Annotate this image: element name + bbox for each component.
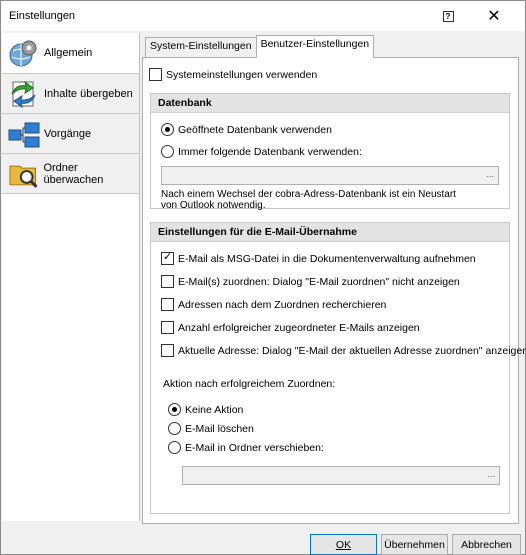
action-label: Aktion nach erfolgreichem Zuordnen: bbox=[163, 378, 336, 390]
cancel-button[interactable]: Abbrechen bbox=[452, 534, 521, 555]
radio-label: E-Mail löschen bbox=[185, 422, 254, 435]
option-current-address[interactable]: Aktuelle Adresse: Dialog "E-Mail der akt… bbox=[161, 344, 526, 357]
radio-circle bbox=[168, 441, 181, 454]
option-msg-file[interactable]: E-Mail als MSG-Datei in die Dokumentenve… bbox=[161, 250, 476, 265]
help-button[interactable]: ? bbox=[433, 5, 463, 27]
radio-label: Immer folgende Datenbank verwenden: bbox=[178, 145, 362, 158]
radio-always-database[interactable]: Immer folgende Datenbank verwenden: bbox=[161, 145, 362, 158]
option-research[interactable]: Adressen nach dem Zuordnen recherchieren bbox=[161, 298, 386, 311]
radio-delete-email[interactable]: E-Mail löschen bbox=[168, 422, 254, 435]
sidebar-item-allgemein[interactable]: Allgemein bbox=[2, 33, 139, 74]
close-button[interactable]: ✕ bbox=[479, 5, 509, 27]
sidebar-item-label: Ordner überwachen bbox=[43, 161, 104, 186]
browse-folder-button[interactable]: ... bbox=[487, 469, 495, 479]
restart-note: Nach einem Wechsel der cobra-Adress-Date… bbox=[161, 189, 456, 211]
email-group-title: Einstellungen für die E-Mail-Übernahme bbox=[151, 223, 509, 242]
restart-note-line2: von Outlook notwendig. bbox=[161, 200, 266, 211]
tab-system-einstellungen[interactable]: System-Einstellungen bbox=[145, 37, 257, 58]
sidebar: Allgemein Inhalte übergeben Vorgänge Ord… bbox=[2, 33, 140, 521]
folder-path-field[interactable]: ... bbox=[182, 466, 500, 485]
radio-circle bbox=[161, 123, 174, 136]
process-icon bbox=[8, 122, 40, 147]
title-bar: Einstellungen ? ✕ bbox=[1, 1, 525, 31]
settings-window: Einstellungen ? ✕ Allgemein Inhalte über… bbox=[0, 0, 526, 555]
radio-move-email[interactable]: E-Mail in Ordner verschieben: bbox=[168, 441, 324, 454]
checkbox-box bbox=[161, 298, 174, 311]
database-path-field[interactable]: ... bbox=[161, 166, 499, 185]
checkbox-label: Systemeinstellungen verwenden bbox=[166, 68, 318, 81]
radio-label: Keine Aktion bbox=[185, 403, 244, 416]
checkbox-box bbox=[161, 344, 174, 357]
use-system-settings-checkbox[interactable]: Systemeinstellungen verwenden bbox=[149, 68, 317, 81]
checkbox-label: Adressen nach dem Zuordnen recherchieren bbox=[178, 298, 387, 311]
option-no-dialog[interactable]: E-Mail(s) zuordnen: Dialog "E-Mail zuord… bbox=[161, 275, 460, 288]
help-icon: ? bbox=[442, 10, 454, 22]
ok-button-label: OK bbox=[335, 538, 352, 551]
option-show-count[interactable]: Anzahl erfolgreicher zugeordneter E-Mail… bbox=[161, 321, 420, 334]
browse-database-button[interactable]: ... bbox=[486, 169, 494, 179]
sidebar-item-vorgaenge[interactable]: Vorgänge bbox=[2, 114, 139, 154]
sidebar-item-inhalte[interactable]: Inhalte übergeben bbox=[2, 74, 139, 114]
tab-benutzer-einstellungen[interactable]: Benutzer-Einstellungen bbox=[255, 35, 375, 58]
sidebar-item-ordner[interactable]: Ordner überwachen bbox=[2, 154, 139, 194]
sidebar-item-label: Allgemein bbox=[44, 47, 93, 59]
checkbox-box bbox=[161, 321, 174, 334]
folder-search-icon bbox=[9, 165, 38, 188]
checkbox-label: E-Mail(s) zuordnen: Dialog "E-Mail zuord… bbox=[178, 275, 460, 288]
sidebar-item-label: Inhalte übergeben bbox=[44, 87, 133, 100]
checkbox-box bbox=[161, 250, 174, 265]
transfer-icon bbox=[11, 80, 36, 108]
email-group: Einstellungen für die E-Mail-Übernahme E… bbox=[150, 222, 526, 514]
database-group-title: Datenbank bbox=[151, 94, 509, 113]
radio-open-database[interactable]: Geöffnete Datenbank verwenden bbox=[161, 123, 332, 136]
gear-globe-icon bbox=[9, 40, 37, 67]
radio-label: Geöffnete Datenbank verwenden bbox=[178, 123, 332, 136]
restart-note-line1: Nach einem Wechsel der cobra-Adress-Date… bbox=[161, 189, 456, 200]
window-title: Einstellungen bbox=[9, 10, 76, 22]
tab-bar: System-Einstellungen Benutzer-Einstellun… bbox=[145, 35, 375, 58]
radio-no-action[interactable]: Keine Aktion bbox=[168, 403, 243, 416]
sidebar-item-label: Vorgänge bbox=[44, 127, 92, 140]
checkbox-box bbox=[149, 68, 162, 81]
checkbox-label: Anzahl erfolgreicher zugeordneter E-Mail… bbox=[178, 321, 420, 334]
radio-circle bbox=[168, 403, 181, 416]
ok-button[interactable]: OK bbox=[310, 534, 377, 555]
checkbox-box bbox=[161, 275, 174, 288]
checkbox-label: Aktuelle Adresse: Dialog "E-Mail der akt… bbox=[178, 344, 526, 357]
apply-button[interactable]: Übernehmen bbox=[381, 534, 448, 555]
radio-circle bbox=[168, 422, 181, 435]
checkbox-label: E-Mail als MSG-Datei in die Dokumentenve… bbox=[178, 252, 476, 265]
database-group: Datenbank Geöffnete Datenbank verwenden … bbox=[150, 93, 510, 211]
settings-panel: Systemeinstellungen verwenden Datenbank … bbox=[142, 57, 526, 524]
radio-label: E-Mail in Ordner verschieben: bbox=[185, 441, 324, 454]
radio-circle bbox=[161, 145, 174, 158]
close-icon: ✕ bbox=[487, 8, 501, 25]
